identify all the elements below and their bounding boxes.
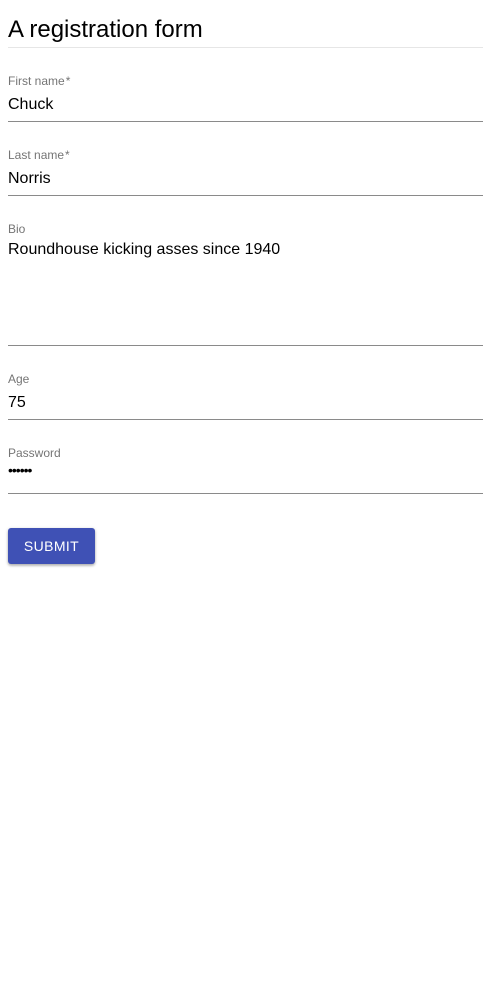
- bio-textarea[interactable]: Roundhouse kicking asses since 1940: [8, 238, 483, 336]
- age-label: Age: [8, 372, 30, 386]
- age-underline: [8, 419, 483, 420]
- required-mark: *: [65, 74, 71, 88]
- registration-page: A registration form First name* Last nam…: [0, 0, 491, 1000]
- first-name-label-text: First name: [8, 74, 65, 88]
- password-label: Password: [8, 446, 61, 460]
- last-name-field: Last name*: [8, 148, 483, 196]
- title-divider: [8, 47, 483, 48]
- last-name-input[interactable]: [8, 166, 483, 192]
- first-name-label: First name*: [8, 74, 70, 88]
- age-field: Age: [8, 372, 483, 420]
- password-underline: [8, 493, 483, 494]
- password-input[interactable]: ••••••: [8, 463, 32, 477]
- page-title: A registration form: [8, 16, 203, 43]
- required-mark: *: [65, 148, 70, 162]
- bio-field: Bio Roundhouse kicking asses since 1940: [8, 222, 483, 346]
- last-name-label: Last name*: [8, 148, 70, 162]
- bio-underline: [8, 345, 483, 346]
- submit-button[interactable]: Submit: [8, 528, 95, 564]
- age-input[interactable]: [8, 390, 483, 416]
- first-name-field: First name*: [8, 74, 483, 122]
- bio-label: Bio: [8, 222, 26, 236]
- last-name-label-text: Last name: [8, 148, 65, 162]
- first-name-input[interactable]: [8, 92, 483, 118]
- first-name-underline: [8, 121, 483, 122]
- last-name-underline: [8, 195, 483, 196]
- password-field[interactable]: Password ••••••: [8, 446, 483, 494]
